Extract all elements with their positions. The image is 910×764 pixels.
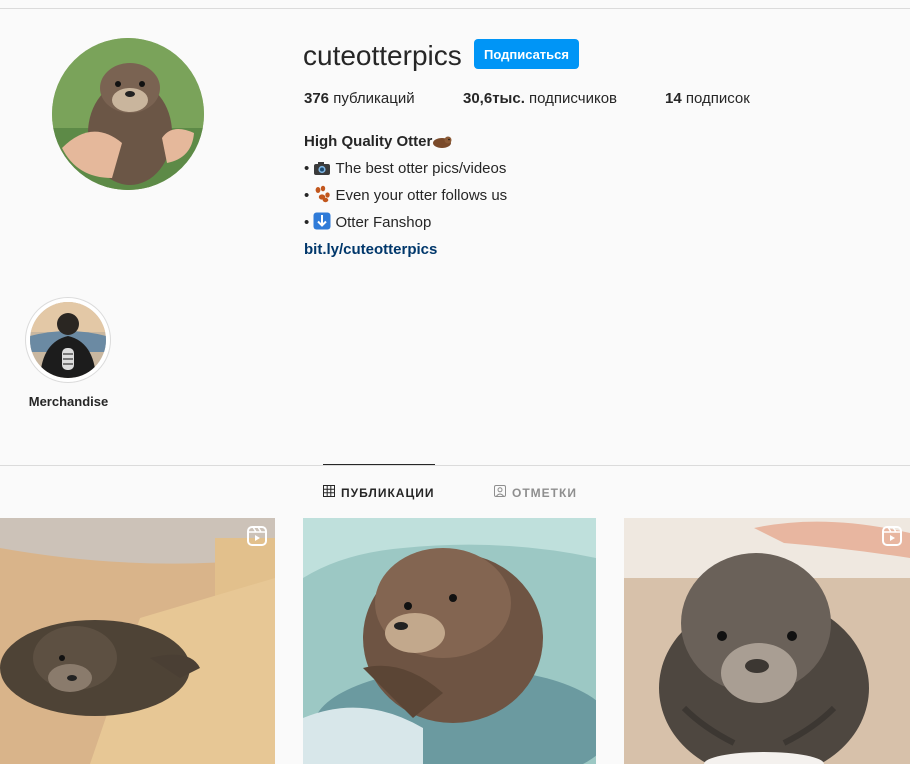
- tab-posts[interactable]: ПУБЛИКАЦИИ: [323, 485, 434, 500]
- bio-line-2: Even your otter follows us: [335, 187, 508, 204]
- stat-following[interactable]: 14 подписок: [665, 90, 750, 107]
- profile-avatar[interactable]: [52, 38, 204, 190]
- stat-posts: 376 публикаций: [304, 90, 415, 107]
- tab-posts-label: ПУБЛИКАЦИИ: [341, 485, 435, 500]
- profile-bio: High Quality Otter • The best otter pics…: [304, 130, 507, 262]
- grid-icon: [323, 485, 335, 500]
- reel-icon: [247, 526, 267, 546]
- bio-link[interactable]: bit.ly/cuteotterpics: [304, 241, 437, 258]
- otter-emoji-icon: [432, 133, 452, 157]
- tag-icon: [494, 485, 506, 500]
- following-count: 14: [665, 90, 682, 107]
- highlight-ring[interactable]: [25, 297, 111, 383]
- post-thumbnail[interactable]: [303, 518, 596, 764]
- highlight-cover-image: [30, 302, 106, 378]
- active-tab-indicator: [323, 464, 435, 465]
- tabs-divider: [0, 465, 910, 466]
- followers-count: 30,6тыс.: [463, 90, 525, 107]
- bio-bullet: •: [304, 187, 310, 204]
- follow-button[interactable]: Подписаться: [474, 39, 579, 69]
- profile-username: cuteotterpics: [303, 40, 462, 71]
- post-thumbnail[interactable]: [0, 518, 275, 764]
- top-divider: [0, 8, 910, 9]
- bio-bullet: •: [304, 214, 310, 231]
- paw-icon: [313, 185, 331, 211]
- tab-tagged-label: ОТМЕТКИ: [512, 485, 577, 500]
- bio-bullet: •: [304, 160, 310, 177]
- following-label: подписок: [685, 90, 750, 107]
- highlight-label: Merchandise: [28, 394, 109, 409]
- reel-icon: [882, 526, 902, 546]
- camera-icon: [313, 160, 331, 184]
- stat-followers[interactable]: 30,6тыс. подписчиков: [463, 90, 617, 107]
- posts-label: публикаций: [333, 90, 415, 107]
- bio-line-1: The best otter pics/videos: [335, 160, 507, 177]
- posts-count: 376: [304, 90, 330, 107]
- post-thumbnail[interactable]: [624, 518, 910, 764]
- tab-tagged[interactable]: ОТМЕТКИ: [494, 485, 577, 500]
- bio-line-3: Otter Fanshop: [335, 214, 432, 231]
- followers-label: подписчиков: [529, 90, 618, 107]
- down-arrow-icon: [313, 212, 331, 238]
- story-highlight[interactable]: Merchandise: [25, 297, 112, 409]
- bio-name: High Quality Otter: [304, 133, 433, 150]
